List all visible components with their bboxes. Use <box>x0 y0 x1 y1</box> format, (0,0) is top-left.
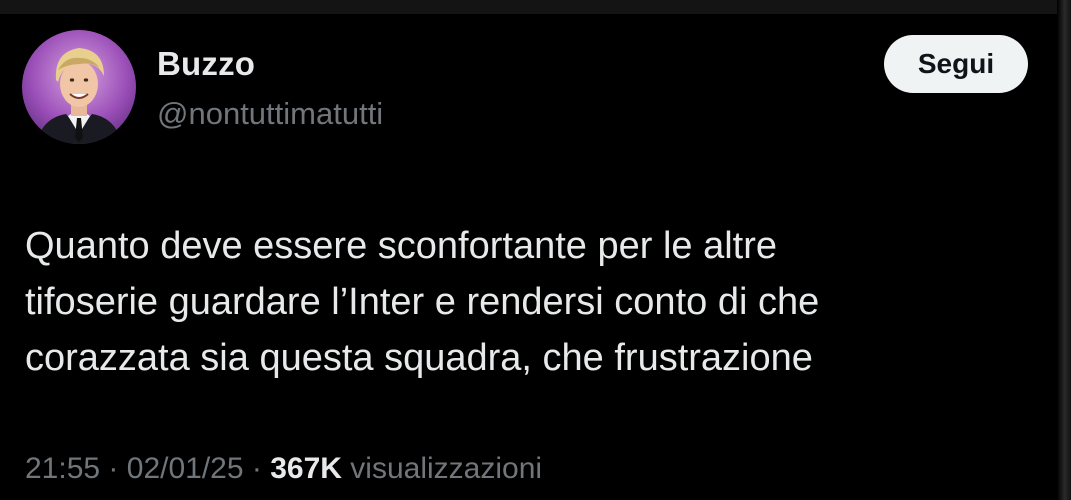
tweet-time[interactable]: 21:55 <box>25 452 100 485</box>
meta-separator: · <box>251 452 262 485</box>
profile-photo-icon <box>22 30 136 144</box>
display-name[interactable]: Buzzo <box>157 42 255 86</box>
tweet-card: Buzzo @nontuttimatutti Segui Quanto deve… <box>0 0 1071 500</box>
avatar[interactable] <box>22 30 136 144</box>
views-label[interactable]: visualizzazioni <box>350 452 542 485</box>
top-edge <box>0 0 1071 14</box>
tweet-meta: 21:55 · 02/01/25 · 367K visualizzazioni <box>25 447 542 491</box>
tweet-line: tifoserie guardare l’Inter e rendersi co… <box>25 281 820 323</box>
follow-button[interactable]: Segui <box>884 35 1028 93</box>
tweet-line: corazzata sia questa squadra, che frustr… <box>25 337 813 379</box>
tweet-text: Quanto deve essere sconfortante per le a… <box>25 218 1025 386</box>
right-edge <box>1057 0 1071 500</box>
handle[interactable]: @nontuttimatutti <box>157 94 383 134</box>
views-count[interactable]: 367K <box>270 452 342 485</box>
tweet-line: Quanto deve essere sconfortante per le a… <box>25 225 778 267</box>
tweet-date[interactable]: 02/01/25 <box>127 452 244 485</box>
meta-separator: · <box>108 452 119 485</box>
